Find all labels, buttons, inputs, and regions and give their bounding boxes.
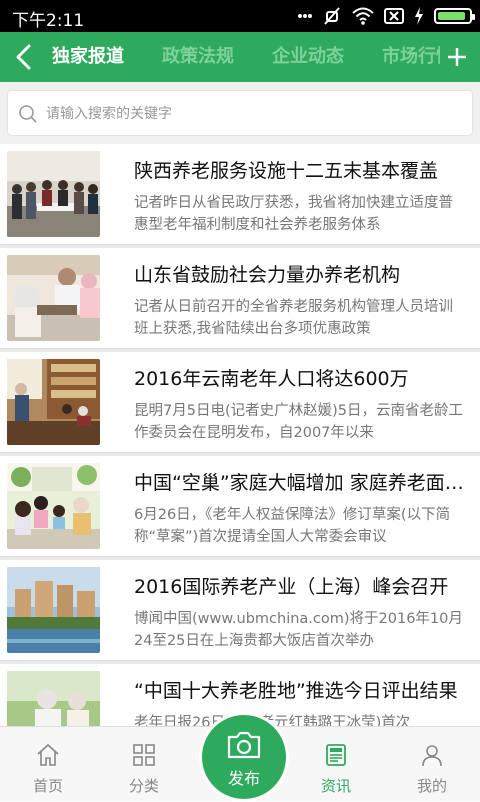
article-thumbnail: [7, 671, 100, 726]
publish-button[interactable]: 发布: [199, 712, 289, 802]
article-title: 2016国际养老产业（上海）峰会召开: [134, 576, 449, 598]
article-title: “中国十大养老胜地”推选今日评出结果: [134, 680, 458, 702]
home-icon: [37, 743, 59, 766]
search-box: [7, 90, 473, 137]
article-title: 2016年云南老年人口将达600万: [134, 368, 409, 390]
search-area: [0, 82, 480, 144]
publish-label: 发布: [227, 769, 260, 788]
battery-icon: [434, 8, 475, 24]
user-icon: [422, 745, 442, 767]
charging-icon: [415, 7, 423, 25]
article-item[interactable]: 山东省鼓励社会力量办养老机构 记者从日前召开的全省养老服务机构管理人员培训班上获…: [0, 248, 480, 349]
nav-category-label: 分类: [128, 777, 159, 795]
tab-market[interactable]: 市场行情: [382, 32, 440, 82]
tab-policy[interactable]: 政策法规: [162, 32, 234, 82]
nav-home-label: 首页: [32, 777, 63, 795]
back-arrow-icon[interactable]: [6, 38, 44, 76]
nav-mine[interactable]: 我的: [384, 727, 480, 801]
tab-exclusive-report[interactable]: 独家报道: [52, 32, 124, 82]
article-summary: 老年日报26日讯(记者亓红韩璐王冰莹)首次: [134, 715, 411, 726]
mute-icon: [324, 7, 340, 25]
article-summary: 昆明7月5日电(记者史广林赵媛)5日，云南省老龄工作委员会在昆明发布，自2007…: [134, 403, 463, 441]
article-thumbnail: [7, 151, 100, 237]
article-item[interactable]: 2016年云南老年人口将达600万 昆明7月5日电(记者史广林赵媛)5日，云南省…: [0, 352, 480, 453]
grid-icon: [133, 744, 155, 766]
nav-category[interactable]: 分类: [96, 727, 192, 801]
camera-icon: [227, 731, 261, 759]
article-thumbnail: [7, 463, 100, 549]
wifi-icon: [352, 7, 374, 25]
tab-company-news[interactable]: 企业动态: [272, 32, 344, 82]
article-title: 中国“空巢”家庭大幅增加 家庭养老面临挑战: [134, 472, 464, 494]
article-item[interactable]: 陕西养老服务设施十二五末基本覆盖 记者昨日从省民政厅获悉，我省将加快建立适度普惠…: [0, 144, 480, 245]
nav-mine-label: 我的: [416, 777, 447, 795]
article-list: 陕西养老服务设施十二五末基本覆盖 记者昨日从省民政厅获悉，我省将加快建立适度普惠…: [0, 144, 480, 726]
battery-level: [438, 12, 465, 20]
article-title: 山东省鼓励社会力量办养老机构: [134, 264, 401, 286]
no-sim-icon: [384, 8, 404, 24]
article-thumbnail: [7, 359, 100, 445]
article-thumbnail: [7, 255, 100, 341]
more-dots-icon: [298, 14, 312, 18]
add-tab-icon[interactable]: [440, 40, 474, 74]
search-icon: [19, 105, 37, 123]
status-bar: 下午2:11: [0, 0, 480, 32]
search-input[interactable]: [44, 91, 468, 137]
article-thumbnail: [7, 567, 100, 653]
article-summary: 记者昨日从省民政厅获悉，我省将加快建立适度普惠型老年福利制度和社会养老服务体系: [134, 195, 453, 233]
status-time: 下午2:11: [12, 11, 85, 31]
article-item[interactable]: 中国“空巢”家庭大幅增加 家庭养老面临挑战 6月26日，《老年人权益保障法》修订…: [0, 456, 480, 557]
nav-news-label: 资讯: [320, 777, 351, 795]
news-icon: [326, 744, 346, 766]
article-summary: 记者从日前召开的全省养老服务机构管理人员培训班上获悉,我省陆续出台多项优惠政策: [134, 299, 453, 337]
article-item[interactable]: 2016国际养老产业（上海）峰会召开 博闻中国(www.ubmchina.com…: [0, 560, 480, 661]
article-title: 陕西养老服务设施十二五末基本覆盖: [134, 160, 439, 182]
status-icons: [298, 5, 475, 27]
nav-home[interactable]: 首页: [0, 727, 96, 801]
article-summary: 博闻中国(www.ubmchina.com)将于2016年10月24至25日在上…: [134, 611, 463, 649]
tab-list: 独家报道政策法规企业动态市场行情: [52, 32, 440, 82]
nav-news[interactable]: 资讯: [288, 727, 384, 801]
category-tab-bar: 独家报道政策法规企业动态市场行情: [0, 32, 480, 82]
article-summary: 6月26日，《老年人权益保障法》修订草案(以下简称“草案”)首次提请全国人大常委…: [134, 507, 451, 545]
